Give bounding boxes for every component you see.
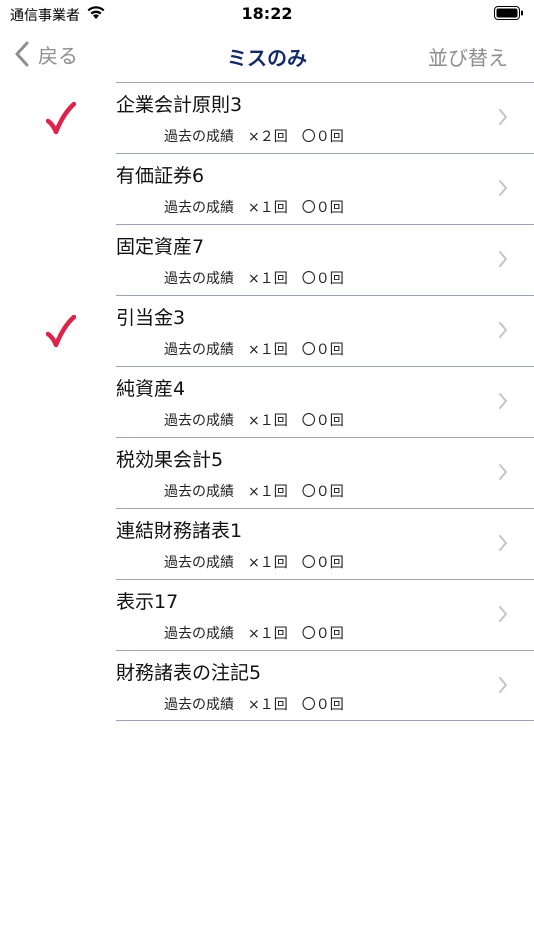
list-item-history: 過去の成績 ×１回 〇０回 [164, 197, 344, 217]
history-right: 〇０回 [301, 697, 344, 713]
list-item-title: 引当金3 [116, 307, 186, 329]
list-item[interactable]: 固定資産7 過去の成績 ×１回 〇０回 [0, 224, 534, 295]
list-item[interactable]: 引当金3 過去の成績 ×１回 〇０回 [0, 295, 534, 366]
history-history-label: 過去の成績 [164, 697, 234, 713]
chevron-right-icon [499, 109, 507, 125]
history-history-label: 過去の成績 [164, 342, 234, 358]
chevron-right-icon [499, 606, 507, 622]
list-item[interactable]: 連結財務諸表1 過去の成績 ×１回 〇０回 [0, 508, 534, 579]
chevron-right-icon [499, 251, 507, 267]
list-item[interactable]: 税効果会計5 過去の成績 ×１回 〇０回 [0, 437, 534, 508]
history-wrong: ×１回 [248, 342, 288, 358]
row-divider [116, 508, 534, 509]
history-right: 〇０回 [301, 626, 344, 642]
history-history-label: 過去の成績 [164, 271, 234, 287]
history-right: 〇０回 [301, 342, 344, 358]
list-item-title: 税効果会計5 [116, 449, 224, 471]
history-history-label: 過去の成績 [164, 413, 234, 429]
list-item-history: 過去の成績 ×１回 〇０回 [164, 694, 344, 714]
history-wrong: ×２回 [248, 129, 288, 145]
list-item-title: 企業会計原則3 [116, 94, 243, 116]
row-divider [116, 82, 534, 83]
row-divider [116, 579, 534, 580]
history-history-label: 過去の成績 [164, 555, 234, 571]
history-right: 〇０回 [301, 413, 344, 429]
list-item[interactable]: 財務諸表の注記5 過去の成績 ×１回 〇０回 [0, 650, 534, 721]
list-item-history: 過去の成績 ×１回 〇０回 [164, 410, 344, 430]
list-item-history: 過去の成績 ×１回 〇０回 [164, 623, 344, 643]
checkmark-icon [46, 315, 76, 347]
history-history-label: 過去の成績 [164, 200, 234, 216]
history-wrong: ×１回 [248, 484, 288, 500]
history-wrong: ×１回 [248, 413, 288, 429]
history-history-label: 過去の成績 [164, 484, 234, 500]
history-wrong: ×１回 [248, 271, 288, 287]
row-divider [116, 224, 534, 225]
clock: 18:22 [241, 4, 293, 23]
history-history-label: 過去の成績 [164, 626, 234, 642]
row-divider [116, 720, 534, 721]
battery-icon [494, 6, 523, 20]
list-item[interactable]: 有価証券6 過去の成績 ×１回 〇０回 [0, 153, 534, 224]
history-right: 〇０回 [301, 555, 344, 571]
status-bar: 通信事業者 18:22 [0, 0, 534, 28]
chevron-right-icon [499, 322, 507, 338]
list-item-title: 表示17 [116, 591, 179, 613]
history-right: 〇０回 [301, 271, 344, 287]
sort-button[interactable]: 並び替え [428, 42, 508, 71]
list-item-title: 連結財務諸表1 [116, 520, 243, 542]
row-divider [116, 366, 534, 367]
chevron-right-icon [499, 677, 507, 693]
list-item-title: 純資産4 [116, 378, 186, 400]
history-wrong: ×１回 [248, 200, 288, 216]
list-item-title: 有価証券6 [116, 165, 205, 187]
list-item[interactable]: 純資産4 過去の成績 ×１回 〇０回 [0, 366, 534, 437]
chevron-right-icon [499, 180, 507, 196]
list-item-history: 過去の成績 ×２回 〇０回 [164, 126, 344, 146]
question-list: 企業会計原則3 過去の成績 ×２回 〇０回 有価証券6 過去の成績 ×１回 〇０回 固定資産7 過… [0, 82, 534, 721]
history-history-label: 過去の成績 [164, 129, 234, 145]
list-item[interactable]: 表示17 過去の成績 ×１回 〇０回 [0, 579, 534, 650]
history-wrong: ×１回 [248, 555, 288, 571]
history-right: 〇０回 [301, 200, 344, 216]
chevron-right-icon [499, 535, 507, 551]
checkmark-icon [46, 102, 76, 134]
nav-bar: 戻る ミスのみ 並び替え [0, 30, 534, 78]
row-divider [116, 153, 534, 154]
chevron-right-icon [499, 393, 507, 409]
row-divider [116, 437, 534, 438]
list-item-title: 財務諸表の注記5 [116, 662, 262, 684]
list-item-title: 固定資産7 [116, 236, 205, 258]
list-item-history: 過去の成績 ×１回 〇０回 [164, 268, 344, 288]
row-divider [116, 295, 534, 296]
history-right: 〇０回 [301, 129, 344, 145]
list-item-history: 過去の成績 ×１回 〇０回 [164, 339, 344, 359]
history-right: 〇０回 [301, 484, 344, 500]
history-wrong: ×１回 [248, 697, 288, 713]
screen: 通信事業者 18:22 戻る ミスのみ 並び替え 企業会計原則3 過去の成績 ×２回… [0, 0, 534, 950]
list-item-history: 過去の成績 ×１回 〇０回 [164, 481, 344, 501]
history-wrong: ×１回 [248, 626, 288, 642]
chevron-right-icon [499, 464, 507, 480]
list-item[interactable]: 企業会計原則3 過去の成績 ×２回 〇０回 [0, 82, 534, 153]
list-item-history: 過去の成績 ×１回 〇０回 [164, 552, 344, 572]
row-divider [116, 650, 534, 651]
